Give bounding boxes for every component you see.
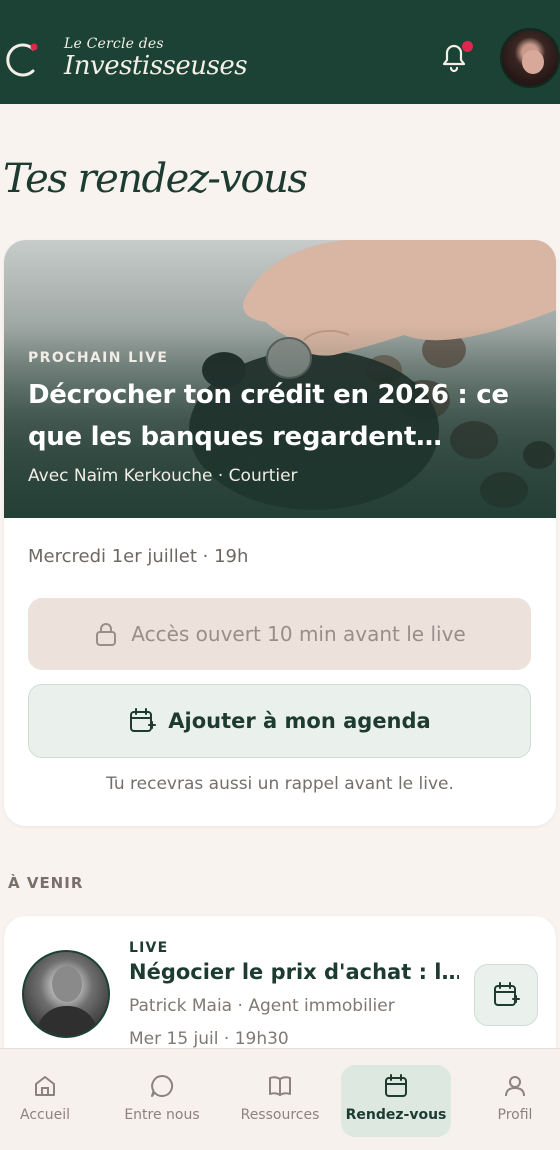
logo-line2: Investisseuses xyxy=(64,51,248,81)
featured-title[interactable]: Décrocher ton crédit en 2026 : ce que le… xyxy=(28,374,538,458)
upcoming-speaker: Patrick Maia · Agent immobilier xyxy=(129,996,395,1016)
add-to-calendar-label: Ajouter à mon agenda xyxy=(168,709,431,733)
speaker-avatar xyxy=(22,950,110,1038)
nav-item-accueil[interactable]: Accueil xyxy=(0,1065,100,1137)
logo-line1: Le Cercle des xyxy=(64,36,164,52)
nav-label-entre-nous: Entre nous xyxy=(124,1107,200,1123)
featured-live-card: PROCHAIN LIVE Décrocher ton crédit en 20… xyxy=(4,240,556,826)
add-to-calendar-button[interactable]: Ajouter à mon agenda xyxy=(28,684,531,758)
upcoming-title[interactable]: Négocier le prix d'achat : l… xyxy=(129,960,459,984)
lock-icon xyxy=(96,623,117,646)
nav-label-rendez-vous: Rendez-vous xyxy=(345,1107,447,1123)
reminder-note: Tu recevras aussi un rappel avant le liv… xyxy=(106,774,454,794)
notification-dot xyxy=(462,41,473,52)
upcoming-add-to-calendar-button[interactable] xyxy=(474,964,538,1026)
logo-icon[interactable] xyxy=(6,40,40,80)
bottom-navigation: Accueil Entre nous Ressources Rendez-vou… xyxy=(0,1048,560,1150)
user-avatar[interactable] xyxy=(500,28,560,88)
home-icon xyxy=(35,1076,55,1096)
nav-label-profil: Profil xyxy=(497,1107,533,1123)
logo-wordmark[interactable]: Le Cercle des Investisseuses xyxy=(64,36,248,81)
book-icon xyxy=(269,1076,291,1096)
calendar-plus-icon xyxy=(494,982,520,1006)
upcoming-tag: LIVE xyxy=(129,940,169,956)
upcoming-section-label: À VENIR xyxy=(8,874,84,892)
nav-item-profil[interactable]: Profil xyxy=(460,1065,560,1137)
access-locked-label: Accès ouvert 10 min avant le live xyxy=(131,622,466,646)
nav-label-accueil: Accueil xyxy=(20,1107,70,1123)
calendar-plus-icon xyxy=(130,708,157,732)
featured-date: Mercredi 1er juillet · 19h xyxy=(28,546,249,567)
nav-label-ressources: Ressources xyxy=(240,1107,320,1123)
featured-eyebrow: PROCHAIN LIVE xyxy=(28,350,169,366)
user-icon xyxy=(505,1076,525,1097)
chat-icon xyxy=(151,1074,174,1097)
calendar-icon xyxy=(385,1074,407,1097)
app-header: Le Cercle des Investisseuses xyxy=(0,0,560,104)
nav-item-entre-nous[interactable]: Entre nous xyxy=(107,1065,217,1137)
nav-item-ressources[interactable]: Ressources xyxy=(225,1065,335,1137)
page-title: Tes rendez-vous xyxy=(3,156,308,202)
access-locked-button: Accès ouvert 10 min avant le live xyxy=(28,598,531,670)
featured-speaker: Avec Naïm Kerkouche · Courtier xyxy=(28,466,298,486)
nav-item-rendez-vous[interactable]: Rendez-vous xyxy=(341,1065,451,1137)
upcoming-date: Mer 15 juil · 19h30 xyxy=(129,1029,289,1049)
